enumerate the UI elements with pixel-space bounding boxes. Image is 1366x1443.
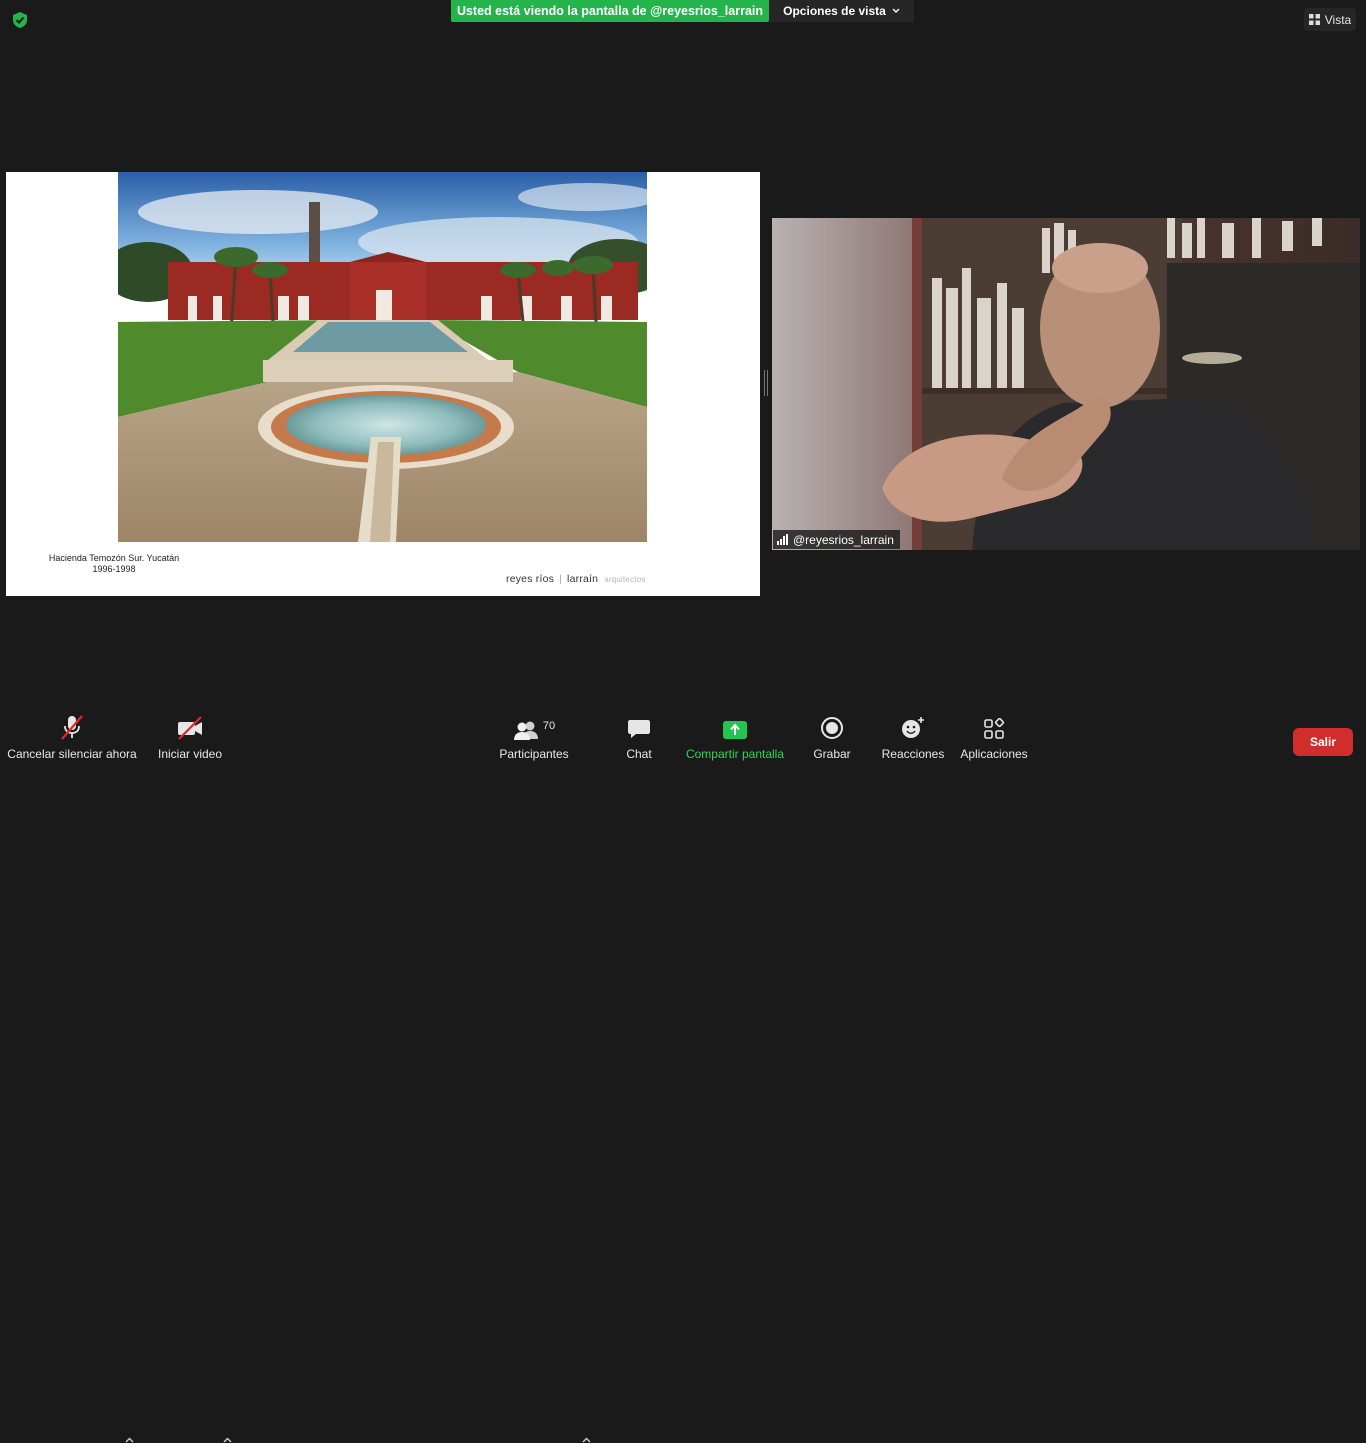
mute-button[interactable]: Cancelar silenciar ahora <box>7 712 137 768</box>
participants-label: Participantes <box>499 747 569 761</box>
hacienda-photo <box>118 172 647 542</box>
caption-title: Hacienda Temozón Sur. Yucatán <box>48 553 180 563</box>
reactions-icon <box>902 717 924 738</box>
video-frame <box>772 218 1360 550</box>
chat-bubble-icon <box>628 720 650 738</box>
share-screen-button[interactable]: Compartir pantalla <box>682 712 788 768</box>
chevron-down-icon <box>892 8 900 13</box>
brand-name-2: larraín <box>567 573 599 585</box>
participant-name: @reyesrios_larrain <box>793 532 894 547</box>
view-button-label: Vista <box>1324 12 1352 27</box>
video-camera-off-icon <box>178 716 202 740</box>
leave-meeting-button[interactable]: Salir <box>1293 728 1353 756</box>
chat-label: Chat <box>626 747 652 761</box>
reactions-button[interactable]: Reacciones <box>878 712 948 768</box>
split-view-handle[interactable] <box>764 370 768 396</box>
video-options-chevron-icon[interactable] <box>223 1437 232 1443</box>
apps-icon <box>984 718 1005 739</box>
apps-button[interactable]: Aplicaciones <box>956 712 1032 768</box>
participants-icon <box>513 721 538 740</box>
shield-check-icon[interactable] <box>11 11 29 29</box>
record-label: Grabar <box>813 747 851 761</box>
record-icon <box>821 717 843 739</box>
shared-screen: Hacienda Temozón Sur. Yucatán 1996-1998 … <box>6 172 760 596</box>
brand-name-1: reyes ríos <box>506 573 555 585</box>
share-screen-icon <box>723 721 747 739</box>
participants-count: 70 <box>542 720 556 732</box>
share-screen-label: Compartir pantalla <box>685 747 785 761</box>
record-button[interactable]: Grabar <box>806 712 858 768</box>
caption-years: 1996-1998 <box>92 564 136 574</box>
microphone-muted-icon <box>61 715 83 740</box>
chat-button[interactable]: Chat <box>614 712 664 768</box>
slide-caption: Hacienda Temozón Sur. Yucatán 1996-1998 <box>44 553 184 575</box>
start-video-button[interactable]: Iniciar video <box>150 712 230 768</box>
view-options-button[interactable]: Opciones de vista <box>769 0 914 22</box>
view-button[interactable]: Vista <box>1304 8 1356 31</box>
brand-separator: | <box>559 573 563 585</box>
reactions-label: Reacciones <box>881 747 945 761</box>
meeting-toolbar: Cancelar silenciar ahora Iniciar video 7… <box>0 712 1366 1443</box>
brand-suffix: arquitectos <box>604 575 646 584</box>
apps-label: Aplicaciones <box>960 747 1028 761</box>
participants-options-chevron-icon[interactable] <box>582 1437 591 1443</box>
participant-name-tag: @reyesrios_larrain <box>773 530 900 549</box>
screen-share-banner: Usted está viendo la pantalla de @reyesr… <box>451 0 769 22</box>
architect-brand: reyes ríos | larraín arquitectos <box>506 573 646 585</box>
mute-options-chevron-icon[interactable] <box>125 1437 134 1443</box>
signal-strength-icon <box>777 534 788 545</box>
start-video-label: Iniciar video <box>157 747 223 761</box>
grid-view-icon <box>1308 14 1320 25</box>
participants-button[interactable]: 70 Participantes <box>495 712 573 768</box>
mute-button-label: Cancelar silenciar ahora <box>7 747 137 761</box>
participant-video[interactable]: @reyesrios_larrain <box>772 218 1360 550</box>
view-options-label: Opciones de vista <box>783 4 886 18</box>
